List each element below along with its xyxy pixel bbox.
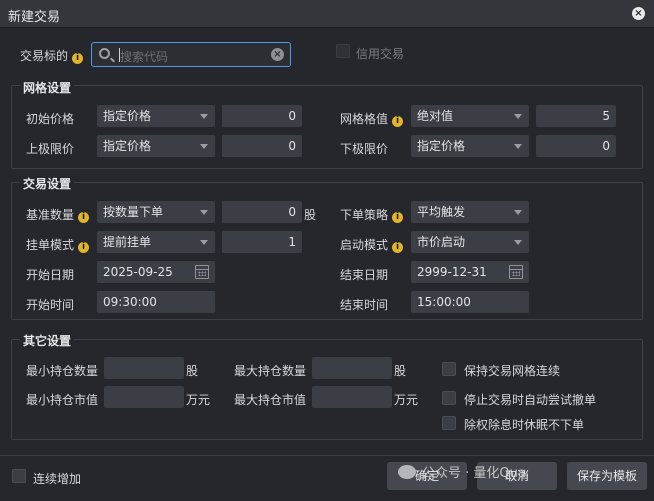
ex-rights-checkbox[interactable] [442,416,456,430]
lower-limit-label: 下极限价 [340,142,389,156]
min-hold-value-unit: 万元 [186,393,211,407]
chevron-down-icon [514,210,522,215]
min-hold-value-label: 最小持仓市值 [26,393,99,407]
auto-cancel-label: 停止交易时自动尝试撤单 [464,393,597,407]
chevron-down-icon [200,114,208,119]
info-icon[interactable]: i [78,212,90,223]
max-hold-qty-input[interactable] [312,357,392,379]
info-icon[interactable]: i [78,242,90,253]
min-hold-value-input[interactable] [104,386,184,408]
base-qty-unit: 股 [304,208,317,222]
start-time-input[interactable]: 09:30:00 [97,291,215,313]
initial-price-input[interactable]: 0 [222,105,302,127]
min-hold-qty-input[interactable] [104,357,184,379]
start-mode-label: 启动模式 i [340,236,404,253]
clear-icon[interactable]: × [271,48,284,61]
auto-cancel-checkbox[interactable] [442,391,456,405]
continuous-add-checkbox[interactable] [12,469,26,483]
title-bar: 新建交易 × [0,0,654,28]
window-title: 新建交易 [8,10,61,25]
info-icon[interactable]: i [392,212,404,223]
start-date-picker[interactable]: 2025-09-25 [97,261,215,283]
chevron-down-icon [200,240,208,245]
upper-limit-input[interactable]: 0 [222,135,302,157]
symbol-label: 交易标的 i [20,47,84,64]
info-icon[interactable]: i [392,242,404,253]
base-qty-label: 基准数量 i [26,206,90,223]
info-icon[interactable]: i [72,53,84,64]
grid-value-label: 网格格值 i [340,110,404,127]
credit-trade-label: 信用交易 [356,47,405,61]
lower-limit-input[interactable]: 0 [536,135,616,157]
chevron-down-icon [514,240,522,245]
search-icon [99,48,110,59]
max-hold-value-unit: 万元 [394,393,419,407]
initial-price-mode-select[interactable]: 指定价格 [97,105,215,127]
grid-value-mode-select[interactable]: 绝对值 [411,105,529,127]
other-settings-title: 其它设置 [20,332,75,349]
search-placeholder: 搜索代码 [120,50,169,64]
order-strategy-label: 下单策略 i [340,206,404,223]
max-hold-value-label: 最大持仓市值 [234,393,307,407]
upper-limit-mode-select[interactable]: 指定价格 [97,135,215,157]
start-time-label: 开始时间 [26,298,75,312]
end-date-label: 结束日期 [340,268,389,282]
start-mode-select[interactable]: 市价启动 [411,231,529,253]
base-qty-mode-select[interactable]: 按数量下单 [97,201,215,223]
upper-limit-label: 上极限价 [26,142,75,156]
pending-mode-input[interactable]: 1 [222,231,302,253]
max-hold-qty-label: 最大持仓数量 [234,364,307,378]
lower-limit-mode-select[interactable]: 指定价格 [411,135,529,157]
initial-price-label: 初始价格 [26,112,75,126]
chevron-down-icon [200,210,208,215]
min-hold-qty-unit: 股 [186,364,199,378]
end-time-input[interactable]: 15:00:00 [411,291,529,313]
symbol-search-input[interactable]: 搜索代码 × [91,42,291,67]
close-icon[interactable]: × [632,7,645,20]
start-date-label: 开始日期 [26,268,75,282]
chevron-down-icon [514,144,522,149]
order-strategy-select[interactable]: 平均触发 [411,201,529,223]
keep-grid-label: 保持交易网格连续 [464,364,561,378]
base-qty-input[interactable]: 0 [222,201,302,223]
wechat-icon [398,465,416,479]
pending-mode-select[interactable]: 提前挂单 [97,231,215,253]
watermark: 公众号 · 量化Qua [398,462,526,481]
end-time-label: 结束时间 [340,298,389,312]
save-template-button[interactable]: 保存为模板 [567,462,647,490]
calendar-icon[interactable] [509,265,523,279]
max-hold-value-input[interactable] [312,386,392,408]
chevron-down-icon [514,114,522,119]
credit-trade-checkbox[interactable] [336,44,350,58]
end-date-picker[interactable]: 2999-12-31 [411,261,529,283]
grid-settings-title: 网格设置 [20,79,75,96]
trade-settings-title: 交易设置 [20,175,75,192]
info-icon[interactable]: i [392,116,404,127]
pending-mode-label: 挂单模式 i [26,236,90,253]
min-hold-qty-label: 最小持仓数量 [26,364,99,378]
ex-rights-label: 除权除息时休眠不下单 [464,418,585,432]
calendar-icon[interactable] [195,265,209,279]
chevron-down-icon [200,144,208,149]
max-hold-qty-unit: 股 [394,364,407,378]
keep-grid-checkbox[interactable] [442,362,456,376]
continuous-add-label: 连续增加 [33,472,82,486]
grid-value-input[interactable]: 5 [536,105,616,127]
